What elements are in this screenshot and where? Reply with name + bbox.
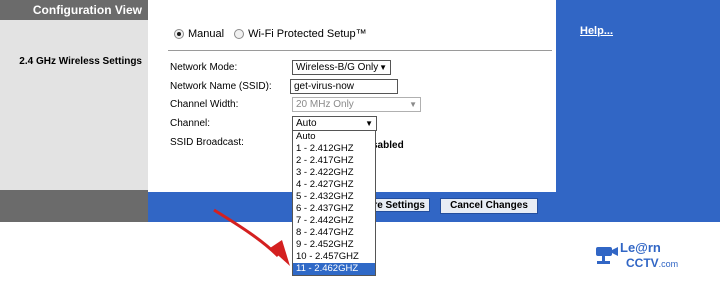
channel-option[interactable]: Auto <box>293 131 375 143</box>
cctv-camera-icon <box>596 247 618 264</box>
channel-option[interactable]: 10 - 2.457GHZ <box>293 251 375 263</box>
channel-option[interactable]: 1 - 2.412GHZ <box>293 143 375 155</box>
channel-option[interactable]: 8 - 2.447GHZ <box>293 227 375 239</box>
channel-option[interactable]: 2 - 2.417GHZ <box>293 155 375 167</box>
logo-cctv: CCTV <box>626 256 659 270</box>
channel-option[interactable]: 9 - 2.452GHZ <box>293 239 375 251</box>
channel-option[interactable]: 7 - 2.442GHZ <box>293 215 375 227</box>
channel-dropdown-list: Auto 1 - 2.412GHZ 2 - 2.417GHZ 3 - 2.422… <box>292 130 376 276</box>
logo-text-learn: Le@rn <box>620 240 661 255</box>
channel-option[interactable]: 6 - 2.437GHZ <box>293 203 375 215</box>
logo-suffix: .com <box>658 259 679 269</box>
channel-option[interactable]: 5 - 2.432GHZ <box>293 191 375 203</box>
channel-option[interactable]: 4 - 2.427GHZ <box>293 179 375 191</box>
channel-option-highlighted[interactable]: 11 - 2.462GHZ <box>293 263 375 275</box>
logo-text-cctv: CCTV.com <box>626 256 678 270</box>
channel-option[interactable]: 3 - 2.422GHZ <box>293 167 375 179</box>
